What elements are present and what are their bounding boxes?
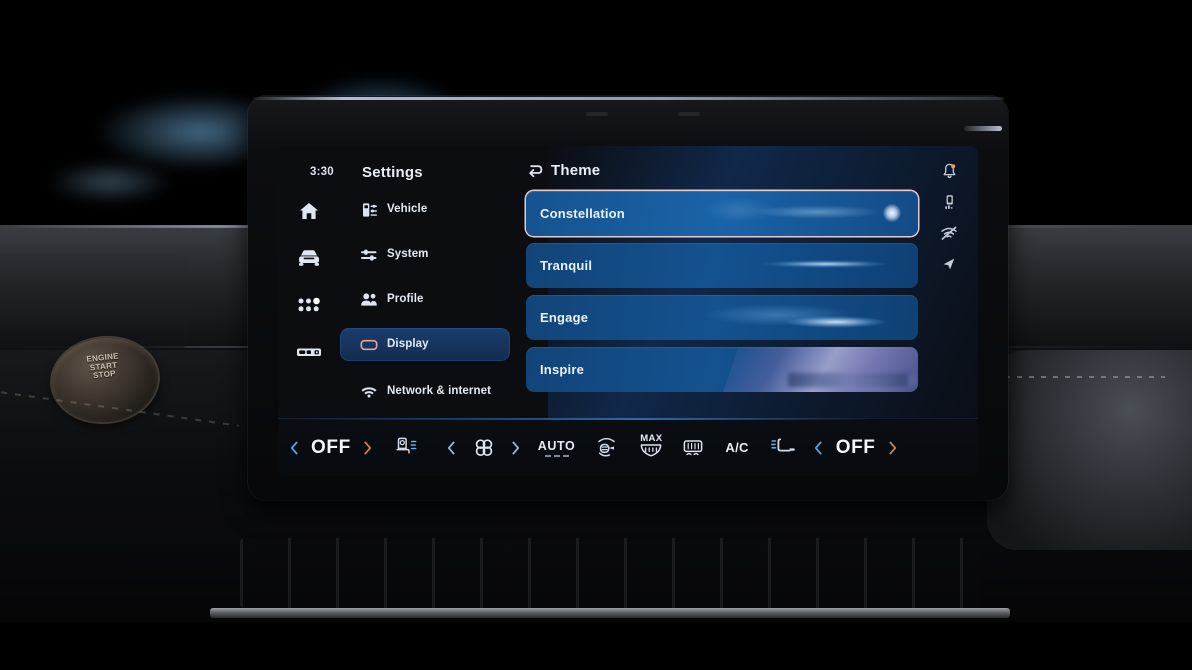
navigation-arrow-icon[interactable] [940,255,958,273]
chrome-trim-strip [210,608,1010,618]
auto-level-dashes [544,454,569,457]
theme-thumbnail-engage [668,295,918,340]
auto-label: AUTO [537,438,576,453]
home-icon[interactable] [292,198,326,224]
passenger-seat [987,350,1192,550]
left-icon-rail [278,146,340,418]
theme-options-list: Constellation Tranquil Engage Inspire [520,191,918,392]
phone-signal-icon[interactable] [940,193,958,211]
screen-body: 3:30 Settings Vehicle System Profile Dis… [278,146,978,418]
center-console-slats [240,538,980,608]
sidebar-item-network[interactable]: Network & internet [340,373,510,409]
page-title: Settings [362,164,423,181]
theme-option-label: Inspire [540,362,585,377]
letterbox-top [0,0,1192,72]
rear-defrost-icon[interactable] [679,436,707,460]
theme-thumbnail-constellation [668,191,918,236]
bezel-chrome-accent [964,126,1002,131]
clock: 3:30 [310,166,334,178]
theme-option-label: Engage [540,310,589,325]
engine-start-stop-label: ENGINE START STOP [86,351,120,381]
passenger-temp-increase-chevron-right-icon[interactable] [884,438,900,458]
airflow-direction-icon[interactable] [593,436,623,460]
driver-temp-group: OFF [286,437,376,459]
settings-column: 3:30 Settings Vehicle System Profile Dis… [310,146,520,418]
theme-panel: Theme Constellation Tranquil Engage Insp… [520,146,918,418]
passenger-seat-heater-icon[interactable] [769,436,797,460]
back-arrow-icon[interactable] [526,164,543,178]
screenshot-frame: ENGINE START STOP 3:30 Settings Vehicle … [0,0,1192,670]
auto-climate-button[interactable]: AUTO [538,439,576,457]
theme-thumbnail-inspire [723,347,918,392]
passenger-temp-decrease-chevron-left-icon[interactable] [811,438,827,458]
display-screen-icon [360,336,378,354]
media-bar-icon[interactable] [292,339,326,365]
sidebar-item-label: Network & internet [387,384,492,397]
profile-people-icon [360,291,378,309]
wifi-icon [360,382,378,400]
fan-group [444,436,524,460]
max-defrost-button[interactable]: MAX [639,433,663,463]
fan-speed-icon[interactable] [471,436,497,460]
bezel-microphone-right [678,112,700,116]
theme-option-engage[interactable]: Engage [526,295,918,340]
theme-option-constellation[interactable]: Constellation [526,191,918,236]
left-air-vent [0,255,190,350]
infotainment-screen: 3:30 Settings Vehicle System Profile Dis… [278,146,978,476]
theme-option-label: Constellation [540,206,625,221]
theme-option-tranquil[interactable]: Tranquil [526,243,918,288]
bezel-top-highlight [252,97,1004,100]
driver-seat-heater-icon[interactable] [392,436,418,460]
sidebar-item-label: Display [387,338,429,351]
sidebar-item-display[interactable]: Display [340,328,510,361]
theme-option-label: Tranquil [540,258,593,273]
bell-icon[interactable] [940,162,958,180]
max-defrost-icon [639,443,663,463]
letterbox-bottom [0,622,1192,670]
passenger-temp-group: OFF [811,437,901,459]
driver-temp-increase-chevron-right-icon[interactable] [360,438,376,458]
settings-menu: Vehicle System Profile Display Network &… [340,193,520,409]
wifi-off-icon[interactable] [940,224,958,242]
sidebar-item-label: Vehicle [387,203,428,216]
sidebar-item-label: Profile [387,293,424,306]
theme-header: Theme [520,162,918,179]
passenger-temperature-value[interactable]: OFF [836,437,876,459]
theme-option-inspire[interactable]: Inspire [526,347,918,392]
driver-temp-decrease-chevron-left-icon[interactable] [286,438,302,458]
driver-temperature-value[interactable]: OFF [311,437,351,459]
sidebar-item-profile[interactable]: Profile [340,283,510,316]
climate-control-bar: OFF AUTO MAX A/C OFF [278,418,978,476]
fan-increase-chevron-right-icon[interactable] [508,438,524,458]
apps-grid-icon[interactable] [292,292,326,318]
fan-decrease-chevron-left-icon[interactable] [444,438,460,458]
sidebar-item-system[interactable]: System [340,238,510,271]
bezel-microphone-left [586,112,608,116]
vehicle-icon[interactable] [292,245,326,271]
theme-thumbnail-tranquil [668,243,918,288]
sidebar-item-label: System [387,248,429,261]
vehicle-settings-icon [360,201,378,219]
sidebar-item-vehicle[interactable]: Vehicle [340,193,510,226]
ac-toggle-label[interactable]: A/C [725,440,748,455]
theme-title: Theme [551,162,601,179]
status-icon-column [926,162,972,273]
sliders-icon [360,246,378,264]
